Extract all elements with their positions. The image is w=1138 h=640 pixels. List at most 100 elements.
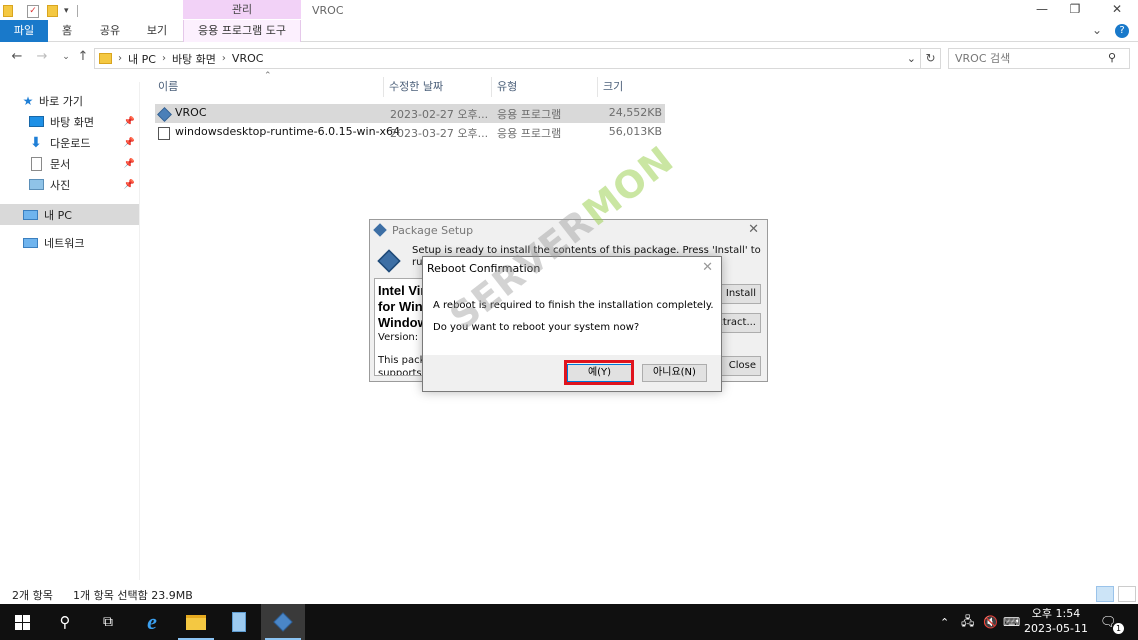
breadcrumb-vroc[interactable]: VROC	[232, 52, 264, 65]
task-view-icon: ⧉	[103, 614, 113, 630]
column-header-size[interactable]: 크기	[599, 77, 665, 97]
large-icons-view-icon[interactable]	[1118, 586, 1136, 602]
breadcrumb-desktop[interactable]: 바탕 화면	[172, 51, 216, 67]
customize-toolbar-icon[interactable]: ▾	[64, 6, 69, 16]
maximize-button[interactable]: ❐	[1058, 0, 1092, 20]
status-bar: 2개 항목 1개 항목 선택함 23.9MB	[0, 584, 1138, 604]
search-input[interactable]: VROC 검색	[948, 48, 1130, 69]
title-bar: ✓ ▾ 관리 VROC — ❐ ✕	[0, 0, 1138, 22]
nav-this-pc[interactable]: 내 PC	[0, 204, 139, 225]
chevron-right-icon[interactable]: ›	[222, 53, 226, 64]
context-tab-group-label: 관리	[183, 0, 301, 19]
tab-file[interactable]: 파일	[0, 20, 48, 42]
forward-arrow-icon[interactable]: →	[34, 49, 50, 65]
nav-item-pictures[interactable]: 사진 📌	[0, 174, 139, 195]
system-clock[interactable]: 오후 1:54 2023-05-11	[1018, 606, 1094, 636]
tab-home[interactable]: 홈	[52, 20, 82, 42]
taskbar: ⚲ ⧉ e ⌃ 🖧 🔇 ⌨ 오후 1:54 2023-05-11 🗨 1	[0, 604, 1138, 640]
address-bar[interactable]: › 내 PC › 바탕 화면 › VROC ⌄	[94, 48, 921, 69]
file-row[interactable]: VROC 2023-02-27 오후... 응용 프로그램 24,552KB	[155, 104, 665, 123]
package-setup-icon	[373, 223, 387, 237]
new-folder-icon[interactable]	[47, 5, 58, 17]
start-button[interactable]	[0, 604, 44, 640]
nav-item-desktop[interactable]: 바탕 화면 📌	[0, 111, 139, 132]
task-view-button[interactable]: ⧉	[86, 604, 130, 640]
document-icon	[28, 156, 44, 171]
package-icon	[273, 612, 293, 632]
tab-app-tools[interactable]: 응용 프로그램 도구	[183, 20, 301, 42]
computer-icon	[22, 208, 38, 222]
no-button[interactable]: 아니요(N)	[642, 364, 707, 382]
item-count: 2개 항목	[12, 589, 53, 602]
properties-icon[interactable]: ✓	[27, 4, 39, 18]
close-button[interactable]: ✕	[1100, 0, 1134, 20]
chevron-right-icon[interactable]: ›	[118, 53, 122, 64]
file-type: 응용 프로그램	[497, 108, 562, 121]
nav-this-pc-label: 내 PC	[44, 208, 72, 222]
nav-item-label: 문서	[50, 157, 71, 171]
package-box-icon	[377, 249, 401, 273]
pin-icon[interactable]: 📌	[124, 138, 135, 148]
details-view-icon[interactable]	[1096, 586, 1114, 602]
folder-icon[interactable]	[3, 5, 13, 17]
show-hidden-icons[interactable]: ⌃	[940, 604, 949, 640]
help-icon[interactable]: ?	[1115, 24, 1129, 38]
file-date: 2023-02-27 오후...	[390, 108, 489, 121]
nav-item-label: 바탕 화면	[50, 115, 94, 129]
star-icon: ★	[22, 93, 34, 108]
taskbar-file-explorer[interactable]	[174, 604, 218, 640]
nav-quick-access-label: 바로 가기	[39, 94, 83, 108]
notification-badge: 1	[1113, 623, 1124, 634]
file-size: 56,013KB	[608, 125, 662, 138]
file-explorer-icon	[186, 614, 206, 630]
file-type: 응용 프로그램	[497, 127, 562, 140]
address-dropdown-icon[interactable]: ⌄	[907, 52, 916, 65]
folder-icon	[99, 53, 112, 64]
nav-quick-access[interactable]: ★ 바로 가기	[0, 90, 139, 111]
pin-icon[interactable]: 📌	[124, 117, 135, 127]
tab-view[interactable]: 보기	[138, 20, 176, 42]
recent-locations-icon[interactable]: ⌄	[58, 49, 74, 65]
installer-icon	[158, 125, 172, 140]
file-row[interactable]: windowsdesktop-runtime-6.0.15-win-x64 20…	[155, 123, 665, 142]
breadcrumb-this-pc[interactable]: 내 PC	[128, 51, 156, 67]
column-header-type[interactable]: 유형	[493, 77, 598, 97]
pin-icon[interactable]: 📌	[124, 180, 135, 190]
up-arrow-icon[interactable]: ↑	[75, 49, 91, 65]
network-icon	[22, 236, 38, 250]
pictures-icon	[28, 178, 44, 192]
close-icon[interactable]: ✕	[702, 260, 713, 275]
network-status-icon[interactable]: 🖧	[961, 604, 974, 640]
nav-item-documents[interactable]: 문서 📌	[0, 153, 139, 174]
selection-info: 1개 항목 선택함 23.9MB	[73, 589, 193, 602]
nav-item-label: 다운로드	[50, 136, 91, 150]
search-icon[interactable]: ⚲	[1108, 51, 1116, 64]
taskbar-server-manager[interactable]	[217, 604, 261, 640]
package-setup-title: Package Setup	[392, 224, 474, 237]
nav-network-label: 네트워크	[44, 236, 85, 250]
volume-muted-icon[interactable]: 🔇	[983, 604, 998, 640]
file-date: 2023-03-27 오후...	[390, 127, 489, 140]
file-size: 24,552KB	[608, 106, 662, 119]
window-title: VROC	[312, 4, 344, 17]
column-header-date[interactable]: 수정한 날짜	[385, 77, 492, 97]
navigation-pane: ★ 바로 가기 바탕 화면 📌 ⬇ 다운로드 📌 문서 📌 사진 📌 내 PC …	[0, 82, 140, 580]
action-center-icon[interactable]: 🗨	[1100, 604, 1117, 640]
back-arrow-icon[interactable]: ←	[9, 49, 25, 65]
package-icon	[157, 106, 172, 122]
nav-item-downloads[interactable]: ⬇ 다운로드 📌	[0, 132, 139, 153]
taskbar-package-setup[interactable]	[261, 604, 305, 640]
minimize-button[interactable]: —	[1025, 0, 1059, 20]
clock-date: 2023-05-11	[1024, 622, 1088, 635]
nav-network[interactable]: 네트워크	[0, 232, 139, 253]
chevron-right-icon[interactable]: ›	[162, 53, 166, 64]
download-arrow-icon: ⬇	[30, 134, 42, 151]
refresh-icon[interactable]: ↻	[921, 48, 941, 69]
column-header-name[interactable]: 이름	[154, 77, 384, 97]
search-button[interactable]: ⚲	[43, 604, 87, 640]
ribbon-expand-icon[interactable]: ⌄	[1092, 23, 1102, 37]
taskbar-ie[interactable]: e	[130, 604, 174, 640]
tab-share[interactable]: 공유	[90, 20, 130, 42]
close-icon[interactable]: ✕	[748, 222, 759, 237]
pin-icon[interactable]: 📌	[124, 159, 135, 169]
